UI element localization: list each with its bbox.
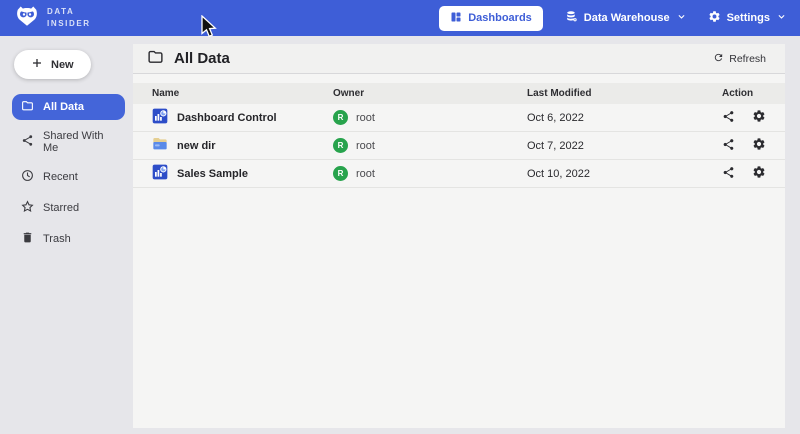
new-button-label: New	[51, 59, 74, 71]
action-cell	[722, 109, 785, 126]
owner-name: root	[356, 140, 375, 152]
sidebar-item-label: Starred	[43, 202, 79, 214]
gear-icon	[708, 10, 721, 26]
folder-icon	[147, 48, 164, 69]
column-header-action: Action	[722, 88, 785, 99]
refresh-icon	[713, 52, 724, 66]
chevron-down-icon	[677, 12, 686, 24]
owner-avatar: R	[333, 110, 348, 125]
action-cell	[722, 165, 785, 182]
table-row[interactable]: Sales Sample R root Oct 10, 2022	[133, 160, 785, 188]
file-name: Dashboard Control	[177, 112, 277, 124]
dashboards-label: Dashboards	[468, 12, 532, 24]
share-action-icon[interactable]	[722, 110, 735, 126]
dashboards-button[interactable]: Dashboards	[439, 6, 543, 31]
sidebar-item-all-data[interactable]: All Data	[12, 94, 125, 120]
name-cell: Sales Sample	[152, 164, 333, 183]
dashboard-file-icon	[152, 108, 168, 127]
panel-header: All Data Refresh	[133, 44, 785, 74]
settings-action-icon[interactable]	[752, 137, 766, 154]
sidebar-item-label: All Data	[43, 101, 84, 113]
clock-icon	[21, 169, 34, 185]
page-title-label: All Data	[174, 50, 230, 67]
action-cell	[722, 137, 785, 154]
column-header-name: Name	[152, 88, 333, 99]
sidebar-item-shared-with-me[interactable]: Shared With Me	[12, 125, 125, 159]
plus-icon	[31, 57, 43, 72]
topbar: DATA INSIDER Dashboards	[0, 0, 800, 36]
share-icon	[21, 134, 34, 150]
name-cell: Dashboard Control	[152, 108, 333, 127]
table-header: Name Owner Last Modified Action	[133, 83, 785, 104]
file-name: Sales Sample	[177, 168, 248, 180]
new-button[interactable]: New	[14, 50, 91, 79]
trash-icon	[21, 231, 34, 247]
topbar-nav: Dashboards Data Warehouse	[439, 6, 786, 31]
table-row[interactable]: new dir R root Oct 7, 2022	[133, 132, 785, 160]
sidebar-item-label: Trash	[43, 233, 71, 245]
table-row[interactable]: Dashboard Control R root Oct 6, 2022	[133, 104, 785, 132]
sidebar-item-trash[interactable]: Trash	[12, 226, 125, 252]
settings-menu[interactable]: Settings	[708, 10, 786, 26]
sidebar-item-label: Shared With Me	[43, 130, 116, 154]
folder-file-icon	[152, 136, 168, 155]
share-action-icon[interactable]	[722, 138, 735, 154]
name-cell: new dir	[152, 136, 333, 155]
refresh-label: Refresh	[729, 53, 766, 65]
logo-text: DATA INSIDER	[47, 6, 91, 29]
chevron-down-icon	[777, 12, 786, 24]
last-modified: Oct 6, 2022	[527, 112, 722, 124]
owl-icon	[14, 3, 40, 34]
page-title: All Data	[147, 48, 230, 69]
sidebar-item-starred[interactable]: Starred	[12, 195, 125, 221]
file-name: new dir	[177, 140, 216, 152]
share-action-icon[interactable]	[722, 166, 735, 182]
main-panel: All Data Refresh Name Owner Last Modifie…	[133, 44, 785, 428]
dashboard-file-icon	[152, 164, 168, 183]
last-modified: Oct 7, 2022	[527, 140, 722, 152]
settings-action-icon[interactable]	[752, 165, 766, 182]
settings-label: Settings	[727, 12, 770, 24]
owner-name: root	[356, 112, 375, 124]
refresh-button[interactable]: Refresh	[707, 51, 772, 67]
sidebar: New All Data Shared With Me Recent Starr…	[0, 36, 133, 434]
owner-cell: R root	[333, 166, 527, 181]
data-warehouse-menu[interactable]: Data Warehouse	[565, 10, 686, 26]
data-warehouse-label: Data Warehouse	[584, 12, 670, 24]
folder-icon	[21, 99, 34, 115]
owner-cell: R root	[333, 138, 527, 153]
owner-avatar: R	[333, 138, 348, 153]
owner-cell: R root	[333, 110, 527, 125]
column-header-owner: Owner	[333, 88, 527, 99]
sidebar-item-label: Recent	[43, 171, 78, 183]
last-modified: Oct 10, 2022	[527, 168, 722, 180]
table-body: Dashboard Control R root Oct 6, 2022	[133, 104, 785, 188]
owner-name: root	[356, 168, 375, 180]
owner-avatar: R	[333, 166, 348, 181]
star-icon	[21, 200, 34, 216]
app-logo: DATA INSIDER	[14, 3, 91, 34]
sidebar-item-recent[interactable]: Recent	[12, 164, 125, 190]
database-icon	[565, 10, 578, 26]
settings-action-icon[interactable]	[752, 109, 766, 126]
dashboard-icon	[450, 11, 462, 26]
column-header-last-modified: Last Modified	[527, 88, 722, 99]
